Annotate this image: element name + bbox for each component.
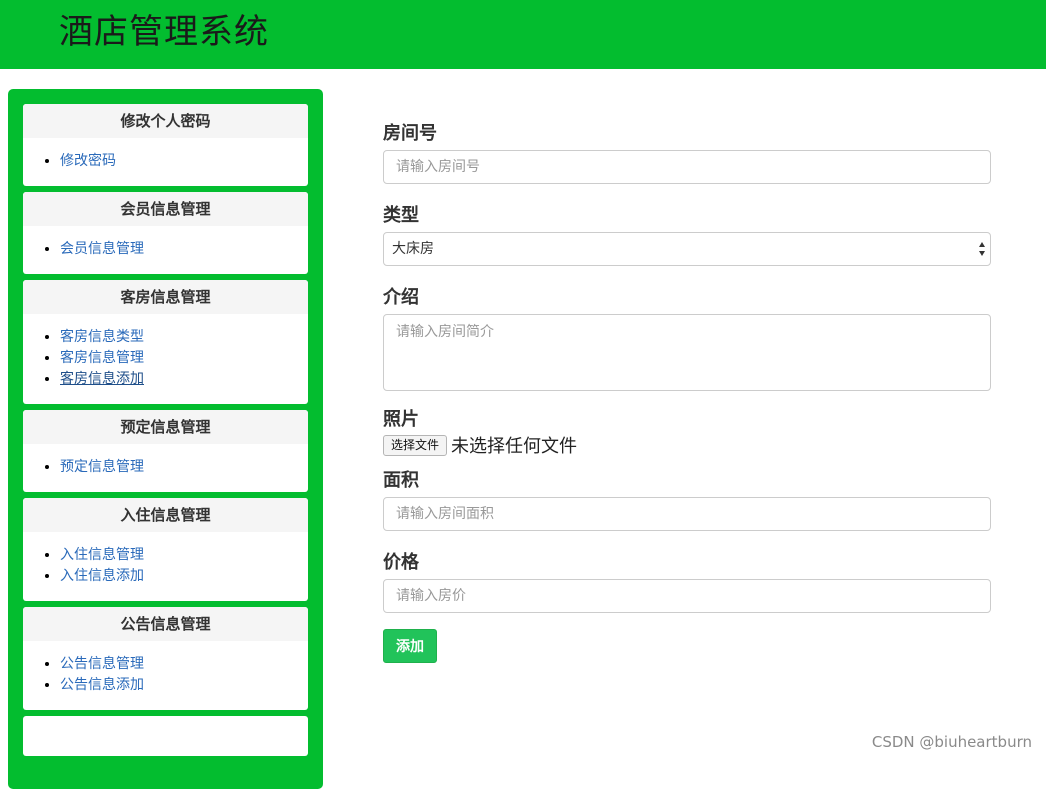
panel-link-list: 会员信息管理: [23, 239, 308, 260]
link-checkin-management[interactable]: 入住信息管理: [60, 547, 144, 563]
panel-heading: 入住信息管理: [23, 498, 308, 532]
panel-heading: 预定信息管理: [23, 410, 308, 444]
panel-link-list: 入住信息管理 入住信息添加: [23, 545, 308, 587]
photo-label: 照片: [383, 409, 419, 430]
panel-link-list: 修改密码: [23, 151, 308, 172]
sidebar-panel-password: 修改个人密码 修改密码: [23, 104, 308, 186]
intro-label: 介绍: [383, 287, 419, 308]
panel-body: 会员信息管理: [23, 226, 308, 274]
sidebar-panel-partial: [23, 716, 308, 756]
panel-heading: 会员信息管理: [23, 192, 308, 226]
link-notice-management[interactable]: 公告信息管理: [60, 656, 144, 672]
panel-link-list: 客房信息类型 客房信息管理 客房信息添加: [23, 327, 308, 390]
add-button[interactable]: 添加: [383, 629, 437, 663]
photo-file-input: 选择文件 未选择任何文件: [383, 433, 991, 457]
link-notice-add[interactable]: 公告信息添加: [60, 677, 144, 693]
list-item: 公告信息添加: [60, 675, 308, 696]
panel-heading: 公告信息管理: [23, 607, 308, 641]
price-input[interactable]: [383, 579, 991, 613]
add-room-form: 房间号 类型 大床房 介绍 照片 选择文件 未选择任何文件 面积 价格 添加: [383, 118, 991, 663]
list-item: 会员信息管理: [60, 239, 308, 260]
watermark: CSDN @biuheartburn: [871, 733, 1032, 751]
sidebar: 修改个人密码 修改密码 会员信息管理 会员信息管理 客房信息管理 客房信息类型 …: [8, 89, 323, 789]
panel-body: 修改密码: [23, 138, 308, 186]
panel-body: 预定信息管理: [23, 444, 308, 492]
panel-body: 入住信息管理 入住信息添加: [23, 532, 308, 601]
panel-heading: 修改个人密码: [23, 104, 308, 138]
sidebar-panel-checkins: 入住信息管理 入住信息管理 入住信息添加: [23, 498, 308, 601]
list-item: 客房信息管理: [60, 348, 308, 369]
app-title: 酒店管理系统: [59, 12, 269, 52]
link-checkin-add[interactable]: 入住信息添加: [60, 568, 144, 584]
room-type-selected: 大床房: [392, 241, 434, 257]
room-number-label: 房间号: [383, 123, 437, 144]
select-arrows-icon: [979, 242, 985, 256]
list-item: 客房信息添加: [60, 369, 308, 390]
panel-link-list: 预定信息管理: [23, 457, 308, 478]
area-label: 面积: [383, 470, 419, 491]
link-member-management[interactable]: 会员信息管理: [60, 241, 144, 257]
list-item: 入住信息添加: [60, 566, 308, 587]
type-label: 类型: [383, 205, 419, 226]
sidebar-panel-bookings: 预定信息管理 预定信息管理: [23, 410, 308, 492]
link-booking-management[interactable]: 预定信息管理: [60, 459, 144, 475]
link-change-password[interactable]: 修改密码: [60, 153, 116, 169]
panel-body: 公告信息管理 公告信息添加: [23, 641, 308, 710]
list-item: 公告信息管理: [60, 654, 308, 675]
room-type-select[interactable]: 大床房: [383, 232, 991, 266]
link-room-add[interactable]: 客房信息添加: [60, 371, 144, 387]
sidebar-panel-notices: 公告信息管理 公告信息管理 公告信息添加: [23, 607, 308, 710]
list-item: 客房信息类型: [60, 327, 308, 348]
intro-textarea[interactable]: [383, 314, 991, 391]
area-input[interactable]: [383, 497, 991, 531]
list-item: 修改密码: [60, 151, 308, 172]
panel-body: 客房信息类型 客房信息管理 客房信息添加: [23, 314, 308, 404]
file-status-text: 未选择任何文件: [451, 436, 578, 457]
panel-link-list: 公告信息管理 公告信息添加: [23, 654, 308, 696]
panel-heading: 客房信息管理: [23, 280, 308, 314]
link-room-management[interactable]: 客房信息管理: [60, 350, 144, 366]
list-item: 预定信息管理: [60, 457, 308, 478]
link-room-types[interactable]: 客房信息类型: [60, 329, 144, 345]
room-number-input[interactable]: [383, 150, 991, 184]
sidebar-panel-rooms: 客房信息管理 客房信息类型 客房信息管理 客房信息添加: [23, 280, 308, 404]
list-item: 入住信息管理: [60, 545, 308, 566]
sidebar-panel-members: 会员信息管理 会员信息管理: [23, 192, 308, 274]
app-header: 酒店管理系统: [0, 0, 1046, 69]
choose-file-button[interactable]: 选择文件: [383, 434, 448, 456]
price-label: 价格: [383, 552, 419, 573]
